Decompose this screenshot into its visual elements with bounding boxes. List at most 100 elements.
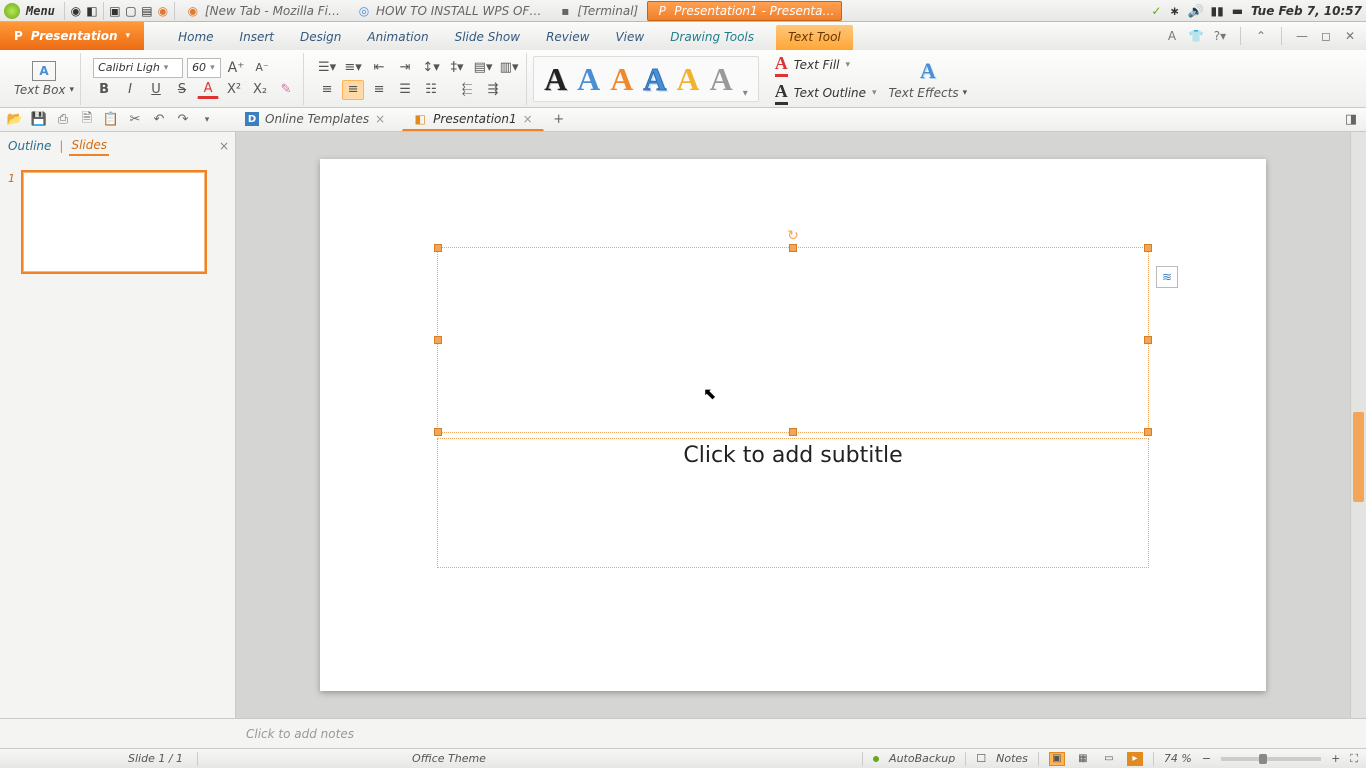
scrollbar-thumb[interactable] <box>1353 412 1364 502</box>
autobackup-label[interactable]: AutoBackup <box>889 752 955 765</box>
clock[interactable]: Tue Feb 7, 10:57 <box>1251 4 1362 18</box>
paste-icon[interactable]: 📋 <box>102 111 120 129</box>
tab-drawing-tools[interactable]: Drawing Tools <box>666 25 758 50</box>
wordart-style-icon[interactable]: A <box>544 63 567 95</box>
slide[interactable]: ↻ ≋ Click to add subtitle ⬉ <box>320 159 1266 691</box>
text-effects-button[interactable]: A Text Effects▾ <box>883 58 974 100</box>
tray-icon[interactable]: ◧ <box>84 3 100 19</box>
dec-indent-icon[interactable]: ⇤ <box>368 58 390 78</box>
redo-icon[interactable]: ↷ <box>174 111 192 129</box>
taskpane-icon[interactable]: ◨ <box>1342 111 1360 129</box>
slideshow-view-icon[interactable]: ▸ <box>1127 752 1143 766</box>
preview-icon[interactable]: 🗎 <box>78 111 96 129</box>
tab-slideshow[interactable]: Slide Show <box>451 25 524 50</box>
text-fill-button[interactable]: AText Fill▾ <box>775 53 877 77</box>
minimize-icon[interactable]: — <box>1294 29 1310 43</box>
taskbar-item-terminal[interactable]: ▪[Terminal] <box>550 1 645 21</box>
skin-icon[interactable]: A <box>1164 29 1180 43</box>
line-spacing-icon[interactable]: ‡▾ <box>446 58 468 78</box>
font-name-combo[interactable]: Calibri Ligh▾ <box>93 58 183 78</box>
text-outline-button[interactable]: AText Outline▾ <box>775 81 877 105</box>
close-pane-icon[interactable]: × <box>219 139 229 153</box>
taskbar-item-wps[interactable]: PPresentation1 - Presenta… <box>647 1 841 21</box>
close-icon[interactable]: ✕ <box>1342 29 1358 43</box>
terminal-launcher-icon[interactable]: ▢ <box>123 3 139 19</box>
zoom-slider[interactable] <box>1221 757 1321 761</box>
wordart-style-icon[interactable]: A <box>677 63 700 95</box>
superscript-icon[interactable]: X² <box>223 80 245 100</box>
resize-handle[interactable] <box>1144 244 1152 252</box>
qat-more-icon[interactable]: ▾ <box>198 111 216 129</box>
wordart-style-icon[interactable]: A <box>577 63 600 95</box>
collapse-ribbon-icon[interactable]: ⌃ <box>1253 29 1269 43</box>
whatsnew-icon[interactable]: 👕 <box>1188 29 1204 43</box>
textbox-icon[interactable]: A <box>32 61 56 81</box>
fit-slide-icon[interactable]: ⛶ <box>1350 752 1358 766</box>
tab-review[interactable]: Review <box>542 25 593 50</box>
network-icon[interactable]: ▮▮ <box>1210 4 1223 18</box>
battery-icon[interactable]: ▬ <box>1232 4 1243 18</box>
align-center-icon[interactable]: ≡ <box>342 80 364 100</box>
print-icon[interactable]: ⎙ <box>54 111 72 129</box>
wordart-style-icon[interactable]: A <box>610 63 633 95</box>
align-left-icon[interactable]: ≡ <box>316 80 338 100</box>
justify-icon[interactable]: ☰ <box>394 80 416 100</box>
slide-thumbnail[interactable]: 1 <box>8 170 227 274</box>
dec-list-level-icon[interactable]: ⬱ <box>456 80 478 100</box>
show-desktop-icon[interactable]: ▣ <box>107 3 123 19</box>
resize-handle[interactable] <box>434 428 442 436</box>
italic-icon[interactable]: I <box>119 80 141 100</box>
resize-handle[interactable] <box>434 336 442 344</box>
notes-toggle[interactable]: Notes <box>996 752 1028 765</box>
zoom-in-icon[interactable]: + <box>1331 752 1340 765</box>
resize-handle[interactable] <box>1144 336 1152 344</box>
resize-handle[interactable] <box>434 244 442 252</box>
maximize-icon[interactable]: ◻ <box>1318 29 1334 43</box>
align-text-icon[interactable]: ▤▾ <box>472 58 494 78</box>
layer-options-icon[interactable]: ≋ <box>1156 266 1178 288</box>
subtitle-placeholder[interactable]: Click to add subtitle <box>437 438 1149 568</box>
reading-view-icon[interactable]: ▭ <box>1101 752 1117 766</box>
vertical-scrollbar[interactable] <box>1350 132 1366 718</box>
shield-icon[interactable]: ✓ <box>1151 4 1161 18</box>
bullets-icon[interactable]: ☰▾ <box>316 58 338 78</box>
text-direction-icon[interactable]: ↕▾ <box>420 58 442 78</box>
tray-icon[interactable]: ◉ <box>68 3 84 19</box>
files-launcher-icon[interactable]: ▤ <box>139 3 155 19</box>
title-placeholder[interactable]: ↻ ≋ <box>437 247 1149 433</box>
subscript-icon[interactable]: X₂ <box>249 80 271 100</box>
taskbar-item-firefox[interactable]: ◉[New Tab - Mozilla Fi… <box>178 1 347 21</box>
cut-icon[interactable]: ✂ <box>126 111 144 129</box>
inc-list-level-icon[interactable]: ⇶ <box>482 80 504 100</box>
font-size-combo[interactable]: 60▾ <box>187 58 221 78</box>
resize-handle[interactable] <box>1144 428 1152 436</box>
bluetooth-icon[interactable]: ∗ <box>1169 4 1179 18</box>
notes-toggle-icon[interactable]: ☐ <box>976 752 986 765</box>
tab-text-tool[interactable]: Text Tool <box>776 25 853 50</box>
align-right-icon[interactable]: ≡ <box>368 80 390 100</box>
close-tab-icon[interactable]: × <box>375 112 385 126</box>
clear-format-icon[interactable]: ✎ <box>275 80 297 100</box>
taskbar-item-chromium[interactable]: ◎HOW TO INSTALL WPS OF… <box>349 1 548 21</box>
close-tab-icon[interactable]: × <box>523 112 533 126</box>
undo-icon[interactable]: ↶ <box>150 111 168 129</box>
distributed-icon[interactable]: ☷ <box>420 80 442 100</box>
tab-design[interactable]: Design <box>296 25 345 50</box>
font-color-icon[interactable]: A <box>197 81 219 99</box>
doctab-online-templates[interactable]: D Online Templates × <box>234 109 396 131</box>
notes-pane[interactable]: Click to add notes <box>0 718 1366 748</box>
columns-icon[interactable]: ▥▾ <box>498 58 520 78</box>
tab-view[interactable]: View <box>611 25 648 50</box>
zoom-knob[interactable] <box>1259 754 1267 764</box>
resize-handle[interactable] <box>789 244 797 252</box>
shrink-font-icon[interactable]: A⁻ <box>251 58 273 78</box>
open-icon[interactable]: 📂 <box>6 111 24 129</box>
textbox-button[interactable]: Text Box▾ <box>14 83 74 97</box>
rotate-handle-icon[interactable]: ↻ <box>787 228 799 244</box>
sidetab-slides[interactable]: Slides <box>69 136 109 156</box>
strike-icon[interactable]: S <box>171 80 193 100</box>
tab-insert[interactable]: Insert <box>236 25 278 50</box>
wordart-style-icon[interactable]: A <box>710 63 733 95</box>
slide-canvas[interactable]: ↻ ≋ Click to add subtitle ⬉ <box>236 132 1350 718</box>
gallery-more-icon[interactable]: ▾ <box>743 88 748 99</box>
